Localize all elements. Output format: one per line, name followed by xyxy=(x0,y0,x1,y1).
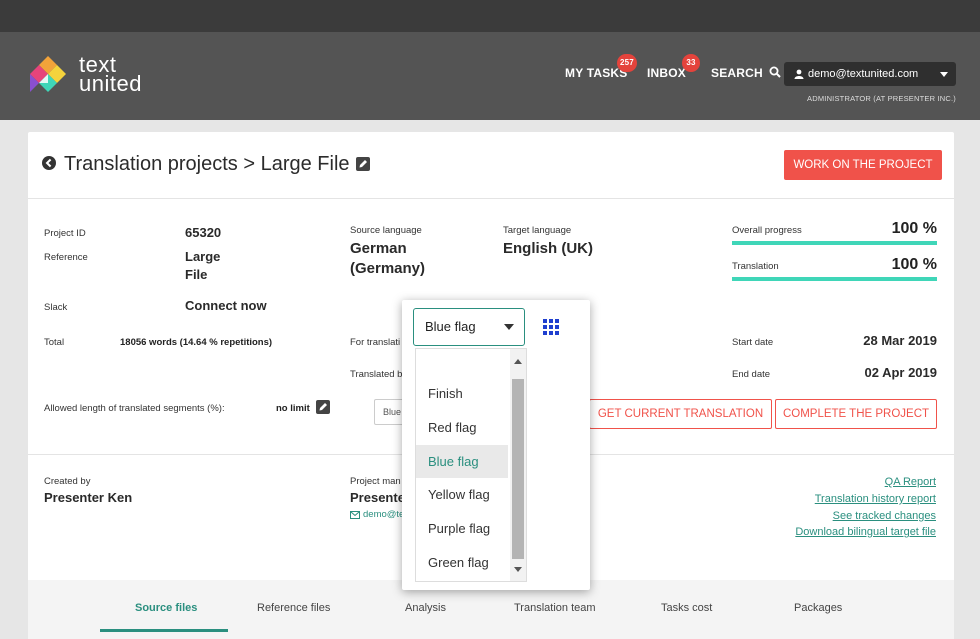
translation-progress-fill xyxy=(732,277,937,281)
user-role: ADMINISTRATOR (AT PRESENTER INC.) xyxy=(807,94,956,103)
inbox-badge: 33 xyxy=(682,54,700,72)
active-tab-indicator xyxy=(100,629,228,632)
allowed-length-value: no limit xyxy=(276,403,310,414)
translation-history-link[interactable]: Translation history report xyxy=(815,493,936,505)
translation-progress-value: 100 % xyxy=(891,256,937,273)
total-value: 18056 words (14.64 % repetitions) xyxy=(120,337,273,348)
option-finish[interactable]: Finish xyxy=(416,377,508,410)
tab-packages[interactable]: Packages xyxy=(794,602,842,614)
tab-analysis[interactable]: Analysis xyxy=(405,602,446,614)
translated-by-label: Translated b xyxy=(350,369,403,380)
project-manager-value: Presenter xyxy=(350,490,410,505)
project-manager-email[interactable]: demo@te xyxy=(363,509,404,520)
source-language-value: German (Germany) xyxy=(350,240,426,277)
complete-project-button[interactable]: COMPLETE THE PROJECT xyxy=(775,399,937,429)
end-date-label: End date xyxy=(732,369,771,380)
tab-tasks-cost[interactable]: Tasks cost xyxy=(661,602,712,614)
top-strip xyxy=(0,0,980,32)
reference-label: Reference xyxy=(44,252,88,263)
option-purple-flag[interactable]: Purple flag xyxy=(416,512,508,545)
flag-select[interactable]: Blue flag xyxy=(413,308,525,346)
translation-progress-bar xyxy=(732,277,937,281)
source-language-label: Source language xyxy=(350,225,422,236)
project-id-label: Project ID xyxy=(44,228,86,239)
overall-progress-bar xyxy=(732,241,937,245)
grid-view-icon[interactable] xyxy=(543,319,559,335)
tracked-changes-link[interactable]: See tracked changes xyxy=(833,510,936,522)
caret-down-icon xyxy=(504,324,514,330)
overall-progress-value: 100 % xyxy=(891,220,937,237)
tab-reference-files[interactable]: Reference files xyxy=(257,602,330,614)
work-on-project-button[interactable]: WORK ON THE PROJECT xyxy=(784,150,942,180)
option-red-flag[interactable]: Red flag xyxy=(416,411,508,444)
reference-value: Large File xyxy=(185,249,221,282)
user-icon xyxy=(794,69,804,79)
total-label: Total xyxy=(44,337,65,348)
target-language-value: English (UK) xyxy=(503,240,593,257)
page-title: Translation projects > Large File xyxy=(64,153,350,175)
download-bilingual-link[interactable]: Download bilingual target file xyxy=(795,526,936,538)
overall-progress-label: Overall progress xyxy=(732,225,802,236)
edit-icon[interactable] xyxy=(356,157,370,171)
back-arrow-icon[interactable] xyxy=(42,156,56,170)
scroll-up-icon[interactable] xyxy=(514,359,522,364)
chevron-down-icon xyxy=(940,72,948,77)
target-language-label: Target language xyxy=(503,225,572,236)
scrollbar-thumb[interactable] xyxy=(512,379,524,559)
overall-progress-fill xyxy=(732,241,937,245)
brand-name: text united xyxy=(79,52,142,96)
search-icon xyxy=(769,66,782,78)
for-translation-label: For translati xyxy=(350,337,401,348)
project-id-value: 65320 xyxy=(185,225,222,240)
start-date-label: Start date xyxy=(732,337,774,348)
mail-icon xyxy=(350,511,360,519)
nav-my-tasks[interactable]: MY TASKS 257 xyxy=(565,54,637,80)
scroll-down-icon[interactable] xyxy=(514,567,522,572)
tab-source-files[interactable]: Source files xyxy=(135,602,197,614)
option-yellow-flag[interactable]: Yellow flag xyxy=(416,478,508,511)
edit-allowed-icon[interactable] xyxy=(316,400,330,414)
created-by-value: Presenter Ken xyxy=(44,490,133,505)
option-green-flag[interactable]: Green flag xyxy=(416,546,508,579)
flag-options-list: Finish Red flag Blue flag Yellow flag Pu… xyxy=(415,348,527,582)
project-manager-label: Project man xyxy=(350,476,401,487)
slack-connect-link[interactable]: Connect now xyxy=(185,297,267,315)
user-menu[interactable]: demo@textunited.com xyxy=(784,62,956,86)
flag-dropdown-popup: Blue flag Finish Red flag Blue flag Yell… xyxy=(402,300,590,590)
tasks-badge: 257 xyxy=(617,54,637,72)
allowed-length-label: Allowed length of translated segments (%… xyxy=(44,403,225,414)
created-by-label: Created by xyxy=(44,476,91,487)
text-united-logo[interactable] xyxy=(28,54,68,98)
nav-inbox[interactable]: INBOX 33 xyxy=(647,54,700,80)
translation-progress-label: Translation xyxy=(732,261,779,272)
divider xyxy=(28,198,954,199)
user-email: demo@textunited.com xyxy=(808,68,919,80)
slack-label: Slack xyxy=(44,302,68,313)
start-date-value: 28 Mar 2019 xyxy=(863,333,937,348)
app-header: text united MY TASKS 257 INBOX 33 SEARCH… xyxy=(0,32,980,120)
nav-search[interactable]: SEARCH xyxy=(711,66,782,80)
get-current-translation-button[interactable]: GET CURRENT TRANSLATION xyxy=(589,399,772,429)
tab-translation-team[interactable]: Translation team xyxy=(514,602,596,614)
end-date-value: 02 Apr 2019 xyxy=(864,365,937,380)
qa-report-link[interactable]: QA Report xyxy=(885,476,936,488)
option-blue-flag[interactable]: Blue flag xyxy=(416,445,508,478)
